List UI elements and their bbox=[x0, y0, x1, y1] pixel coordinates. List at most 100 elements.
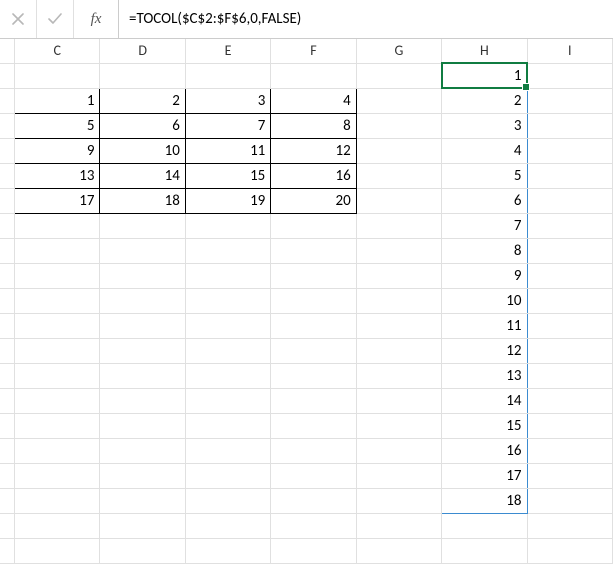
cell[interactable] bbox=[527, 238, 612, 263]
cell[interactable] bbox=[271, 513, 356, 538]
cell[interactable] bbox=[271, 438, 356, 463]
cell[interactable]: 16 bbox=[442, 438, 527, 463]
cell[interactable] bbox=[185, 238, 270, 263]
cell[interactable] bbox=[271, 363, 356, 388]
cell[interactable] bbox=[100, 313, 185, 338]
cell[interactable] bbox=[356, 263, 441, 288]
cell[interactable] bbox=[185, 63, 270, 88]
cell[interactable] bbox=[356, 513, 441, 538]
cell[interactable] bbox=[271, 313, 356, 338]
cell[interactable] bbox=[100, 338, 185, 363]
cancel-icon[interactable] bbox=[0, 0, 37, 38]
cell[interactable] bbox=[100, 238, 185, 263]
cell[interactable] bbox=[15, 263, 100, 288]
cell[interactable] bbox=[100, 263, 185, 288]
cell[interactable] bbox=[271, 488, 356, 513]
cell[interactable] bbox=[442, 538, 527, 563]
cell[interactable] bbox=[527, 288, 612, 313]
cell[interactable] bbox=[527, 88, 612, 113]
cell[interactable] bbox=[356, 463, 441, 488]
cell[interactable] bbox=[527, 213, 612, 238]
cell[interactable] bbox=[100, 63, 185, 88]
cell[interactable]: 17 bbox=[15, 188, 100, 213]
cell[interactable] bbox=[271, 538, 356, 563]
cell[interactable] bbox=[527, 388, 612, 413]
cell[interactable]: 11 bbox=[442, 313, 527, 338]
cell[interactable] bbox=[185, 413, 270, 438]
cell[interactable] bbox=[527, 263, 612, 288]
cell[interactable] bbox=[185, 263, 270, 288]
cell[interactable] bbox=[356, 363, 441, 388]
cell[interactable] bbox=[527, 488, 612, 513]
cell[interactable] bbox=[185, 538, 270, 563]
cell[interactable] bbox=[15, 288, 100, 313]
cell[interactable]: 11 bbox=[185, 138, 270, 163]
cell[interactable] bbox=[271, 213, 356, 238]
cell[interactable] bbox=[100, 513, 185, 538]
cell[interactable]: 20 bbox=[271, 188, 356, 213]
column-header[interactable]: D bbox=[100, 39, 185, 63]
cell[interactable]: 7 bbox=[185, 113, 270, 138]
cell[interactable] bbox=[527, 163, 612, 188]
cell[interactable] bbox=[527, 313, 612, 338]
cell[interactable] bbox=[15, 238, 100, 263]
cell[interactable] bbox=[356, 488, 441, 513]
cell[interactable] bbox=[527, 188, 612, 213]
cell[interactable]: 14 bbox=[442, 388, 527, 413]
cell[interactable] bbox=[527, 413, 612, 438]
cell[interactable] bbox=[442, 513, 527, 538]
cell[interactable] bbox=[356, 163, 441, 188]
cell[interactable]: 12 bbox=[271, 138, 356, 163]
cell[interactable] bbox=[356, 438, 441, 463]
cell[interactable]: 9 bbox=[442, 263, 527, 288]
cell[interactable] bbox=[15, 438, 100, 463]
cell[interactable]: 6 bbox=[100, 113, 185, 138]
column-header[interactable]: I bbox=[527, 39, 612, 63]
cell[interactable] bbox=[271, 463, 356, 488]
cell[interactable]: 18 bbox=[100, 188, 185, 213]
cell[interactable] bbox=[527, 438, 612, 463]
check-icon[interactable] bbox=[37, 0, 74, 38]
cell[interactable] bbox=[356, 338, 441, 363]
cell[interactable]: 12 bbox=[442, 338, 527, 363]
worksheet-grid[interactable]: C D E F G H I 11234256783910111241314151… bbox=[0, 39, 613, 569]
cell[interactable] bbox=[527, 113, 612, 138]
cell[interactable] bbox=[185, 438, 270, 463]
cell[interactable]: 13 bbox=[15, 163, 100, 188]
formula-input[interactable] bbox=[119, 0, 613, 38]
cell[interactable]: 2 bbox=[100, 88, 185, 113]
cell[interactable]: 5 bbox=[15, 113, 100, 138]
cell[interactable] bbox=[356, 138, 441, 163]
select-all-corner[interactable] bbox=[0, 39, 15, 63]
cell[interactable]: 4 bbox=[442, 138, 527, 163]
cell[interactable]: 17 bbox=[442, 463, 527, 488]
cell[interactable] bbox=[15, 388, 100, 413]
cell[interactable] bbox=[271, 413, 356, 438]
cell[interactable] bbox=[185, 338, 270, 363]
cell[interactable]: 8 bbox=[271, 113, 356, 138]
cell[interactable] bbox=[356, 88, 441, 113]
column-header[interactable]: H bbox=[442, 39, 527, 63]
cell[interactable] bbox=[356, 188, 441, 213]
cell[interactable]: 10 bbox=[100, 138, 185, 163]
cell[interactable] bbox=[271, 288, 356, 313]
cell[interactable]: 15 bbox=[442, 413, 527, 438]
cell[interactable] bbox=[356, 63, 441, 88]
cell[interactable]: 13 bbox=[442, 363, 527, 388]
cell[interactable] bbox=[356, 213, 441, 238]
cell[interactable]: 15 bbox=[185, 163, 270, 188]
cell[interactable] bbox=[15, 63, 100, 88]
cell[interactable] bbox=[100, 488, 185, 513]
cell[interactable] bbox=[356, 388, 441, 413]
cell[interactable]: 18 bbox=[442, 488, 527, 513]
cell[interactable]: 7 bbox=[442, 213, 527, 238]
cell[interactable] bbox=[527, 463, 612, 488]
cell[interactable] bbox=[100, 463, 185, 488]
cell[interactable] bbox=[356, 313, 441, 338]
column-header[interactable]: E bbox=[185, 39, 270, 63]
cell[interactable] bbox=[185, 488, 270, 513]
cell[interactable] bbox=[527, 538, 612, 563]
cell[interactable] bbox=[271, 338, 356, 363]
insert-function-icon[interactable]: fx bbox=[74, 0, 119, 38]
cell[interactable] bbox=[100, 388, 185, 413]
